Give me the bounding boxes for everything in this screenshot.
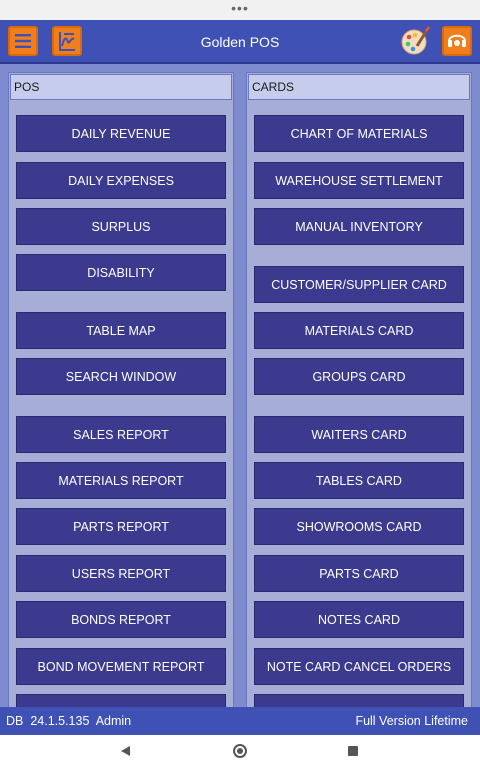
cards-warehouse-settlement-button[interactable]: WAREHOUSE SETTLEMENT — [254, 162, 464, 199]
cards-notes-card-button[interactable]: NOTES CARD — [254, 601, 464, 638]
back-icon[interactable] — [121, 746, 130, 756]
system-nav-bar — [0, 735, 480, 768]
pos-daily-expenses-button[interactable]: DAILY EXPENSES — [16, 162, 226, 199]
pos-bond-movement-report-button[interactable]: BOND MOVEMENT REPORT — [16, 648, 226, 685]
cards-panel-header: CARDS — [248, 74, 470, 100]
cards-materials-card-button[interactable]: MATERIALS CARD — [254, 312, 464, 349]
pos-sales-report-button[interactable]: SALES REPORT — [16, 416, 226, 453]
cards-partial-button[interactable] — [254, 694, 464, 708]
version-label: 24.1.5.135 — [30, 714, 90, 728]
cards-parts-card-button[interactable]: PARTS CARD — [254, 555, 464, 592]
cards-note-card-cancel-orders-button[interactable]: NOTE CARD CANCEL ORDERS — [254, 648, 464, 685]
pos-materials-report-button[interactable]: MATERIALS REPORT — [16, 462, 226, 499]
cards-showrooms-card-button[interactable]: SHOWROOMS CARD — [254, 508, 464, 545]
db-label: DB — [6, 714, 24, 728]
cards-tables-card-button[interactable]: TABLES CARD — [254, 462, 464, 499]
pos-bonds-report-button[interactable]: BONDS REPORT — [16, 601, 226, 638]
pos-table-map-button[interactable]: TABLE MAP — [16, 312, 226, 349]
app-bar: Golden POS — [0, 20, 480, 64]
cards-chart-of-materials-button[interactable]: CHART OF MATERIALS — [254, 115, 464, 152]
pos-search-window-button[interactable]: SEARCH WINDOW — [16, 358, 226, 395]
support-icon[interactable] — [442, 26, 472, 56]
cards-waiters-card-button[interactable]: WAITERS CARD — [254, 416, 464, 453]
pos-panel-header: POS — [10, 74, 232, 100]
license-label: Full Version Lifetime — [355, 714, 468, 728]
palette-icon[interactable] — [400, 26, 431, 56]
status-indicator: ••• — [231, 0, 249, 16]
pos-users-report-button[interactable]: USERS REPORT — [16, 555, 226, 592]
cards-groups-card-button[interactable]: GROUPS CARD — [254, 358, 464, 395]
pos-daily-revenue-button[interactable]: DAILY REVENUE — [16, 115, 226, 152]
home-icon[interactable] — [233, 744, 247, 758]
pos-partial-button[interactable] — [16, 694, 226, 708]
user-label: Admin — [95, 714, 132, 728]
cards-manual-inventory-button[interactable]: MANUAL INVENTORY — [254, 208, 464, 245]
pos-panel: POS DAILY REVENUE DAILY EXPENSES SURPLUS DI… — [8, 72, 234, 708]
pos-disability-button[interactable]: DISABILITY — [16, 254, 226, 291]
recent-apps-icon[interactable] — [348, 746, 358, 756]
pos-surplus-button[interactable]: SURPLUS — [16, 208, 226, 245]
status-footer: DB 24.1.5.135 Admin Full Version Lifetim… — [0, 707, 480, 735]
footer-info: DB 24.1.5.135 Admin — [6, 707, 131, 735]
system-status-bar: ••• — [0, 0, 480, 20]
cards-panel: CARDS CHART OF MATERIALS WAREHOUSE SETTLE… — [246, 72, 472, 708]
cards-customer-supplier-card-button[interactable]: CUSTOMER/SUPPLIER CARD — [254, 266, 464, 303]
main-area: POS DAILY REVENUE DAILY EXPENSES SURPLUS DI… — [0, 64, 480, 708]
pos-parts-report-button[interactable]: PARTS REPORT — [16, 508, 226, 545]
